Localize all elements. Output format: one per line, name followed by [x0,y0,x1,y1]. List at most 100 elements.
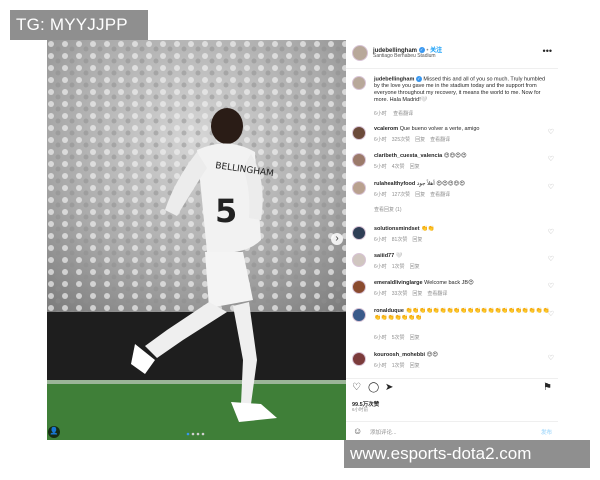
comment-time: 6小时 [374,291,387,297]
reply-button[interactable]: 回复 [410,335,420,341]
caption-username[interactable]: judebellingham [374,76,414,82]
comment-input[interactable]: 添加评论... [370,428,397,436]
comment-meta: 5小时 4次赞 回复 [374,163,425,170]
verified-icon: ✓ [415,76,422,82]
caption: judebellingham ✓ Missed this and all of … [346,76,558,118]
comment-meta: 6小时 81次赞 回复 [374,236,427,243]
avatar[interactable] [352,76,366,90]
comment-like-count[interactable]: 127次赞 [392,192,410,198]
comment-meta: 6小时 1次赞 回复 [374,362,425,369]
user-tag-icon[interactable]: 👤 [48,426,60,438]
emoji-icon[interactable]: ☺ [353,426,362,436]
reply-button[interactable]: 回复 [412,291,422,297]
translate-link[interactable]: 查看翻译 [430,192,450,198]
comment-text: 😍😍😍😍 [443,153,467,159]
comment-like-icon[interactable]: ♡ [548,155,554,163]
comment-username[interactable]: rulahealthyfood [374,181,415,187]
reply-button[interactable]: 回复 [410,264,420,270]
jersey-number: 5 [215,192,237,230]
comment-like-count[interactable]: 81次赞 [392,237,408,243]
comment-like-count[interactable]: 33次赞 [392,291,408,297]
comment-username[interactable]: solutionsmindset [374,226,420,232]
comment-like-count[interactable]: 325次赞 [392,137,410,143]
avatar[interactable] [352,253,366,267]
comment-body: claribeth_cuesta_valencia 😍😍😍😍 [374,153,550,160]
comment-like-icon[interactable]: ♡ [548,282,554,290]
carousel-dots [186,432,205,436]
reply-button[interactable]: 回复 [410,164,420,170]
share-icon[interactable]: ➤ [385,383,393,393]
location-link[interactable]: Santiago Bernabeu Stadium [373,53,436,59]
comment-text: Welcome back JB😍 [424,280,474,286]
comment-time: 6小时 [374,237,387,243]
caption-body: judebellingham ✓ Missed this and all of … [374,76,550,104]
post-button[interactable]: 发布 [541,428,552,436]
post-time: 6小时前 [352,407,369,412]
comment-username[interactable]: saiiid77 [374,253,394,259]
avatar[interactable] [352,153,366,167]
watermark-bottom-right: www.esports-dota2.com [344,440,590,468]
comment-meta: 6小时 33次赞 回复 查看翻译 [374,290,452,297]
next-photo-button[interactable]: › [331,233,343,245]
like-icon[interactable]: ♡ [352,383,361,393]
avatar[interactable] [352,308,366,322]
comment-time: 6小时 [374,363,387,369]
comment-text: 😍😍 [426,352,439,358]
more-options-icon[interactable]: ••• [543,46,552,56]
translate-link[interactable]: 查看翻译 [393,111,413,117]
save-icon[interactable]: ⚑ [543,383,552,393]
comment-like-icon[interactable]: ♡ [548,183,554,191]
comment-time: 6小时 [374,335,387,341]
comment-body: ronalduque 👏👏👏👏👏👏👏👏👏👏👏👏👏👏👏👏👏👏👏👏👏👏👏👏👏👏👏👏 [374,308,550,322]
avatar[interactable] [352,352,366,366]
comment-like-icon[interactable]: ♡ [548,354,554,362]
translate-link[interactable]: 查看翻译 [427,291,447,297]
comment-username[interactable]: ronalduque [374,308,404,314]
comment-username[interactable]: kouroosh_mohebbi [374,352,425,358]
watermark-top-left: TG: MYYJJPP [10,10,148,40]
avatar[interactable] [352,181,366,195]
comment-username[interactable]: claribeth_cuesta_valencia [374,153,442,159]
caption-meta: 6小时 查看翻译 [374,110,418,117]
comment-time: 6小时 [374,192,387,198]
avatar[interactable] [352,45,368,61]
avatar[interactable] [352,280,366,294]
photo-canvas: BELLINGHAM 5 [47,40,346,440]
comment-meta: 6小时 1次赞 回复 [374,263,425,270]
comment-time: 6小时 [374,264,387,270]
comment-body: vcalerom Que bueno volver a verte, amigo [374,126,550,133]
comment-like-icon[interactable]: ♡ [548,310,554,318]
comment-like-icon[interactable]: ♡ [548,228,554,236]
reply-button[interactable]: 回复 [412,237,422,243]
reply-button[interactable]: 回复 [415,137,425,143]
comment-like-icon[interactable]: ♡ [548,128,554,136]
comment-like-count[interactable]: 5次赞 [392,335,405,341]
comment-time: 5小时 [374,164,387,170]
avatar[interactable] [352,226,366,240]
caption-time: 6小时 [374,111,387,117]
comment-like-count[interactable]: 1次赞 [392,363,405,369]
reply-button[interactable]: 回复 [410,363,420,369]
comment-text: Que bueno volver a verte, amigo [399,126,480,132]
comment-time: 6小时 [374,137,387,143]
action-bar: ♡ ◯ ➤ ⚑ [346,378,558,395]
view-replies-link[interactable]: 查看回复 (1) [374,206,402,213]
translate-link[interactable]: 查看翻译 [430,137,450,143]
comment-username[interactable]: emeraldlivinglarge [374,280,423,286]
comment-like-icon[interactable]: ♡ [548,255,554,263]
post-panel: judebellingham ✓ • 关注 Santiago Bernabeu … [346,40,558,440]
add-comment-bar: ☺ 添加评论... 发布 [346,421,558,441]
post-photo[interactable]: BELLINGHAM 5 [47,40,346,440]
comment-username[interactable]: vcalerom [374,126,398,132]
avatar[interactable] [352,126,366,140]
comment-meta: 6小时 325次赞 回复 查看翻译 [374,136,455,143]
comment-meta: 6小时 5次赞 回复 [374,334,425,341]
reply-button[interactable]: 回复 [415,192,425,198]
comment-like-count[interactable]: 4次赞 [392,164,405,170]
comment-like-count[interactable]: 1次赞 [392,264,405,270]
post-header: judebellingham ✓ • 关注 Santiago Bernabeu … [346,40,558,69]
comment-text: 👏👏 [421,226,435,232]
comment-body: rulahealthyfood أهلاً جود 😍😍😍😍😍 [374,181,550,188]
comment-text: أهلاً جود 😍😍😍😍😍 [416,181,465,187]
comment-icon[interactable]: ◯ [368,383,379,393]
